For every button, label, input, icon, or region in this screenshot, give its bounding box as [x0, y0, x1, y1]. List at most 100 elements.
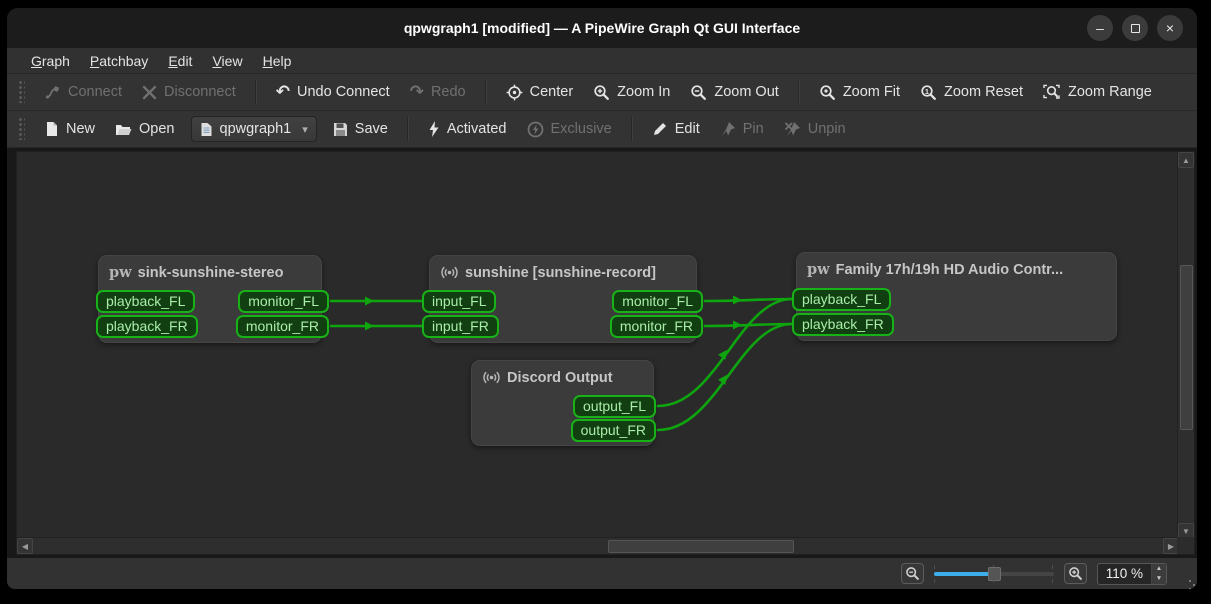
new-patchbay-button[interactable]: New: [35, 116, 105, 142]
patchbay-file-icon: [200, 122, 213, 137]
undo-icon: ↶: [276, 84, 290, 100]
menu-help[interactable]: Help: [253, 50, 302, 72]
zoom-in-icon: [1068, 566, 1083, 581]
patchbay-selector[interactable]: qpwgraph1 ▾: [191, 116, 317, 142]
port-family-playback_FR[interactable]: playback_FR: [792, 313, 894, 336]
chevron-down-icon: ▾: [302, 123, 308, 136]
port-sunshine-input_FL[interactable]: input_FL: [422, 290, 496, 313]
lightning-icon: [428, 121, 440, 137]
save-patchbay-button[interactable]: Save: [323, 116, 398, 142]
close-icon: ×: [1166, 20, 1174, 36]
wire-arrow: [365, 322, 374, 331]
port-sunshine-input_FR[interactable]: input_FR: [422, 315, 499, 338]
pipewire-icon: pw: [109, 264, 132, 281]
zoom-fit-icon: [819, 84, 836, 101]
pin-button[interactable]: Pin: [710, 116, 774, 142]
spin-down-button[interactable]: ▼: [1152, 574, 1166, 584]
zoom-range-button[interactable]: Zoom Range: [1033, 79, 1162, 106]
scroll-left-button[interactable]: ◀: [17, 538, 33, 554]
wire-arrow: [718, 347, 731, 360]
pipewire-icon: pw: [807, 261, 830, 278]
wire-monitorFR-playbackFR[interactable]: [705, 324, 792, 326]
port-sink-monitor_FL[interactable]: monitor_FL: [238, 290, 329, 313]
broadcast-icon: [482, 369, 501, 386]
maximize-button[interactable]: [1122, 15, 1148, 41]
resize-grip[interactable]: [1189, 580, 1191, 582]
zoom-in-icon: [593, 84, 610, 101]
center-icon: [506, 84, 523, 101]
open-patchbay-button[interactable]: Open: [105, 116, 184, 142]
connect-button[interactable]: Connect: [35, 79, 132, 105]
window-controls: – ×: [1087, 15, 1183, 41]
graph-canvas[interactable]: pw sink-sunshine-stereo sunshine [sunshi…: [16, 151, 1195, 555]
disconnect-icon: [142, 85, 157, 100]
vertical-scrollbar[interactable]: ▲ ▼: [1177, 152, 1194, 539]
scroll-up-button[interactable]: ▲: [1178, 152, 1194, 168]
node-title: sink-sunshine-stereo: [138, 265, 284, 281]
scrollbar-corner: [1177, 537, 1194, 554]
node-title: Discord Output: [507, 370, 613, 386]
scroll-up-icon: ▲: [1182, 156, 1190, 165]
new-file-icon: [45, 121, 59, 137]
scroll-right-icon: ▶: [1168, 542, 1174, 551]
center-button[interactable]: Center: [496, 79, 584, 106]
toolbar-drag-handle[interactable]: [19, 118, 25, 140]
port-sink-monitor_FR[interactable]: monitor_FR: [236, 315, 329, 338]
port-sink-playback_FL[interactable]: playback_FL: [96, 290, 195, 313]
zoom-range-icon: [1043, 84, 1061, 101]
node-title: sunshine [sunshine-record]: [465, 265, 656, 281]
toolbar-separator: [407, 117, 409, 141]
zoom-fit-button[interactable]: Zoom Fit: [809, 79, 910, 106]
undo-connect-button[interactable]: ↶ Undo Connect: [266, 79, 400, 105]
port-sunshine-monitor_FL[interactable]: monitor_FL: [612, 290, 703, 313]
zoom-out-icon: [905, 566, 920, 581]
toolbar-separator: [485, 80, 487, 104]
open-folder-icon: [115, 122, 132, 137]
scroll-left-icon: ◀: [22, 542, 28, 551]
exclusive-toggle[interactable]: Exclusive: [517, 116, 622, 143]
menu-patchbay[interactable]: Patchbay: [80, 50, 158, 72]
toolbar-drag-handle[interactable]: [19, 81, 25, 103]
redo-button[interactable]: ↷ Redo: [400, 79, 476, 105]
port-sunshine-monitor_FR[interactable]: monitor_FR: [610, 315, 703, 338]
horizontal-scrollbar-thumb[interactable]: [608, 540, 794, 553]
menu-edit[interactable]: Edit: [158, 50, 202, 72]
zoom-out-button[interactable]: Zoom Out: [680, 79, 788, 106]
broadcast-icon: [440, 264, 459, 281]
port-family-playback_FL[interactable]: playback_FL: [792, 288, 891, 311]
vertical-scrollbar-thumb[interactable]: [1180, 265, 1193, 430]
port-discord-output_FR[interactable]: output_FR: [571, 419, 656, 442]
wire-arrow: [718, 372, 731, 385]
zoom-spinbox[interactable]: 110 % ▲ ▼: [1097, 563, 1167, 585]
toolbar-patchbay: New Open qpwgraph1 ▾ Save Activated Excl…: [7, 111, 1197, 148]
zoom-reset-button[interactable]: 1 Zoom Reset: [910, 79, 1033, 106]
spin-up-button[interactable]: ▲: [1152, 564, 1166, 574]
zoom-in-button[interactable]: Zoom In: [583, 79, 680, 106]
port-discord-output_FL[interactable]: output_FL: [573, 395, 656, 418]
toolbar-separator: [255, 80, 257, 104]
unpin-button[interactable]: Unpin: [774, 116, 856, 142]
activated-toggle[interactable]: Activated: [418, 116, 517, 142]
close-button[interactable]: ×: [1157, 15, 1183, 41]
disconnect-button[interactable]: Disconnect: [132, 79, 246, 105]
wire-arrow: [365, 297, 374, 306]
minimize-button[interactable]: –: [1087, 15, 1113, 41]
status-zoom-in-button[interactable]: [1064, 563, 1087, 584]
wire-arrow: [733, 321, 742, 330]
menu-view[interactable]: View: [202, 50, 252, 72]
menu-graph[interactable]: Graph: [21, 50, 80, 72]
minimize-icon: –: [1096, 20, 1104, 36]
statusbar: 110 % ▲ ▼: [7, 558, 1197, 589]
toolbar-graph: Connect Disconnect ↶ Undo Connect ↷ Redo…: [7, 74, 1197, 111]
horizontal-scrollbar[interactable]: ◀ ▶: [17, 537, 1179, 554]
zoom-reset-icon: 1: [920, 84, 937, 101]
port-sink-playback_FR[interactable]: playback_FR: [96, 315, 198, 338]
save-icon: [333, 122, 348, 137]
node-title: Family 17h/19h HD Audio Contr...: [836, 262, 1063, 278]
patchbay-selector-value: qpwgraph1: [220, 121, 292, 137]
status-zoom-out-button[interactable]: [901, 563, 924, 584]
titlebar[interactable]: qpwgraph1 [modified] — A PipeWire Graph …: [7, 8, 1197, 48]
wire-monitorFL-playbackFL[interactable]: [705, 299, 792, 301]
zoom-slider[interactable]: [934, 564, 1054, 584]
edit-button[interactable]: Edit: [642, 116, 710, 142]
